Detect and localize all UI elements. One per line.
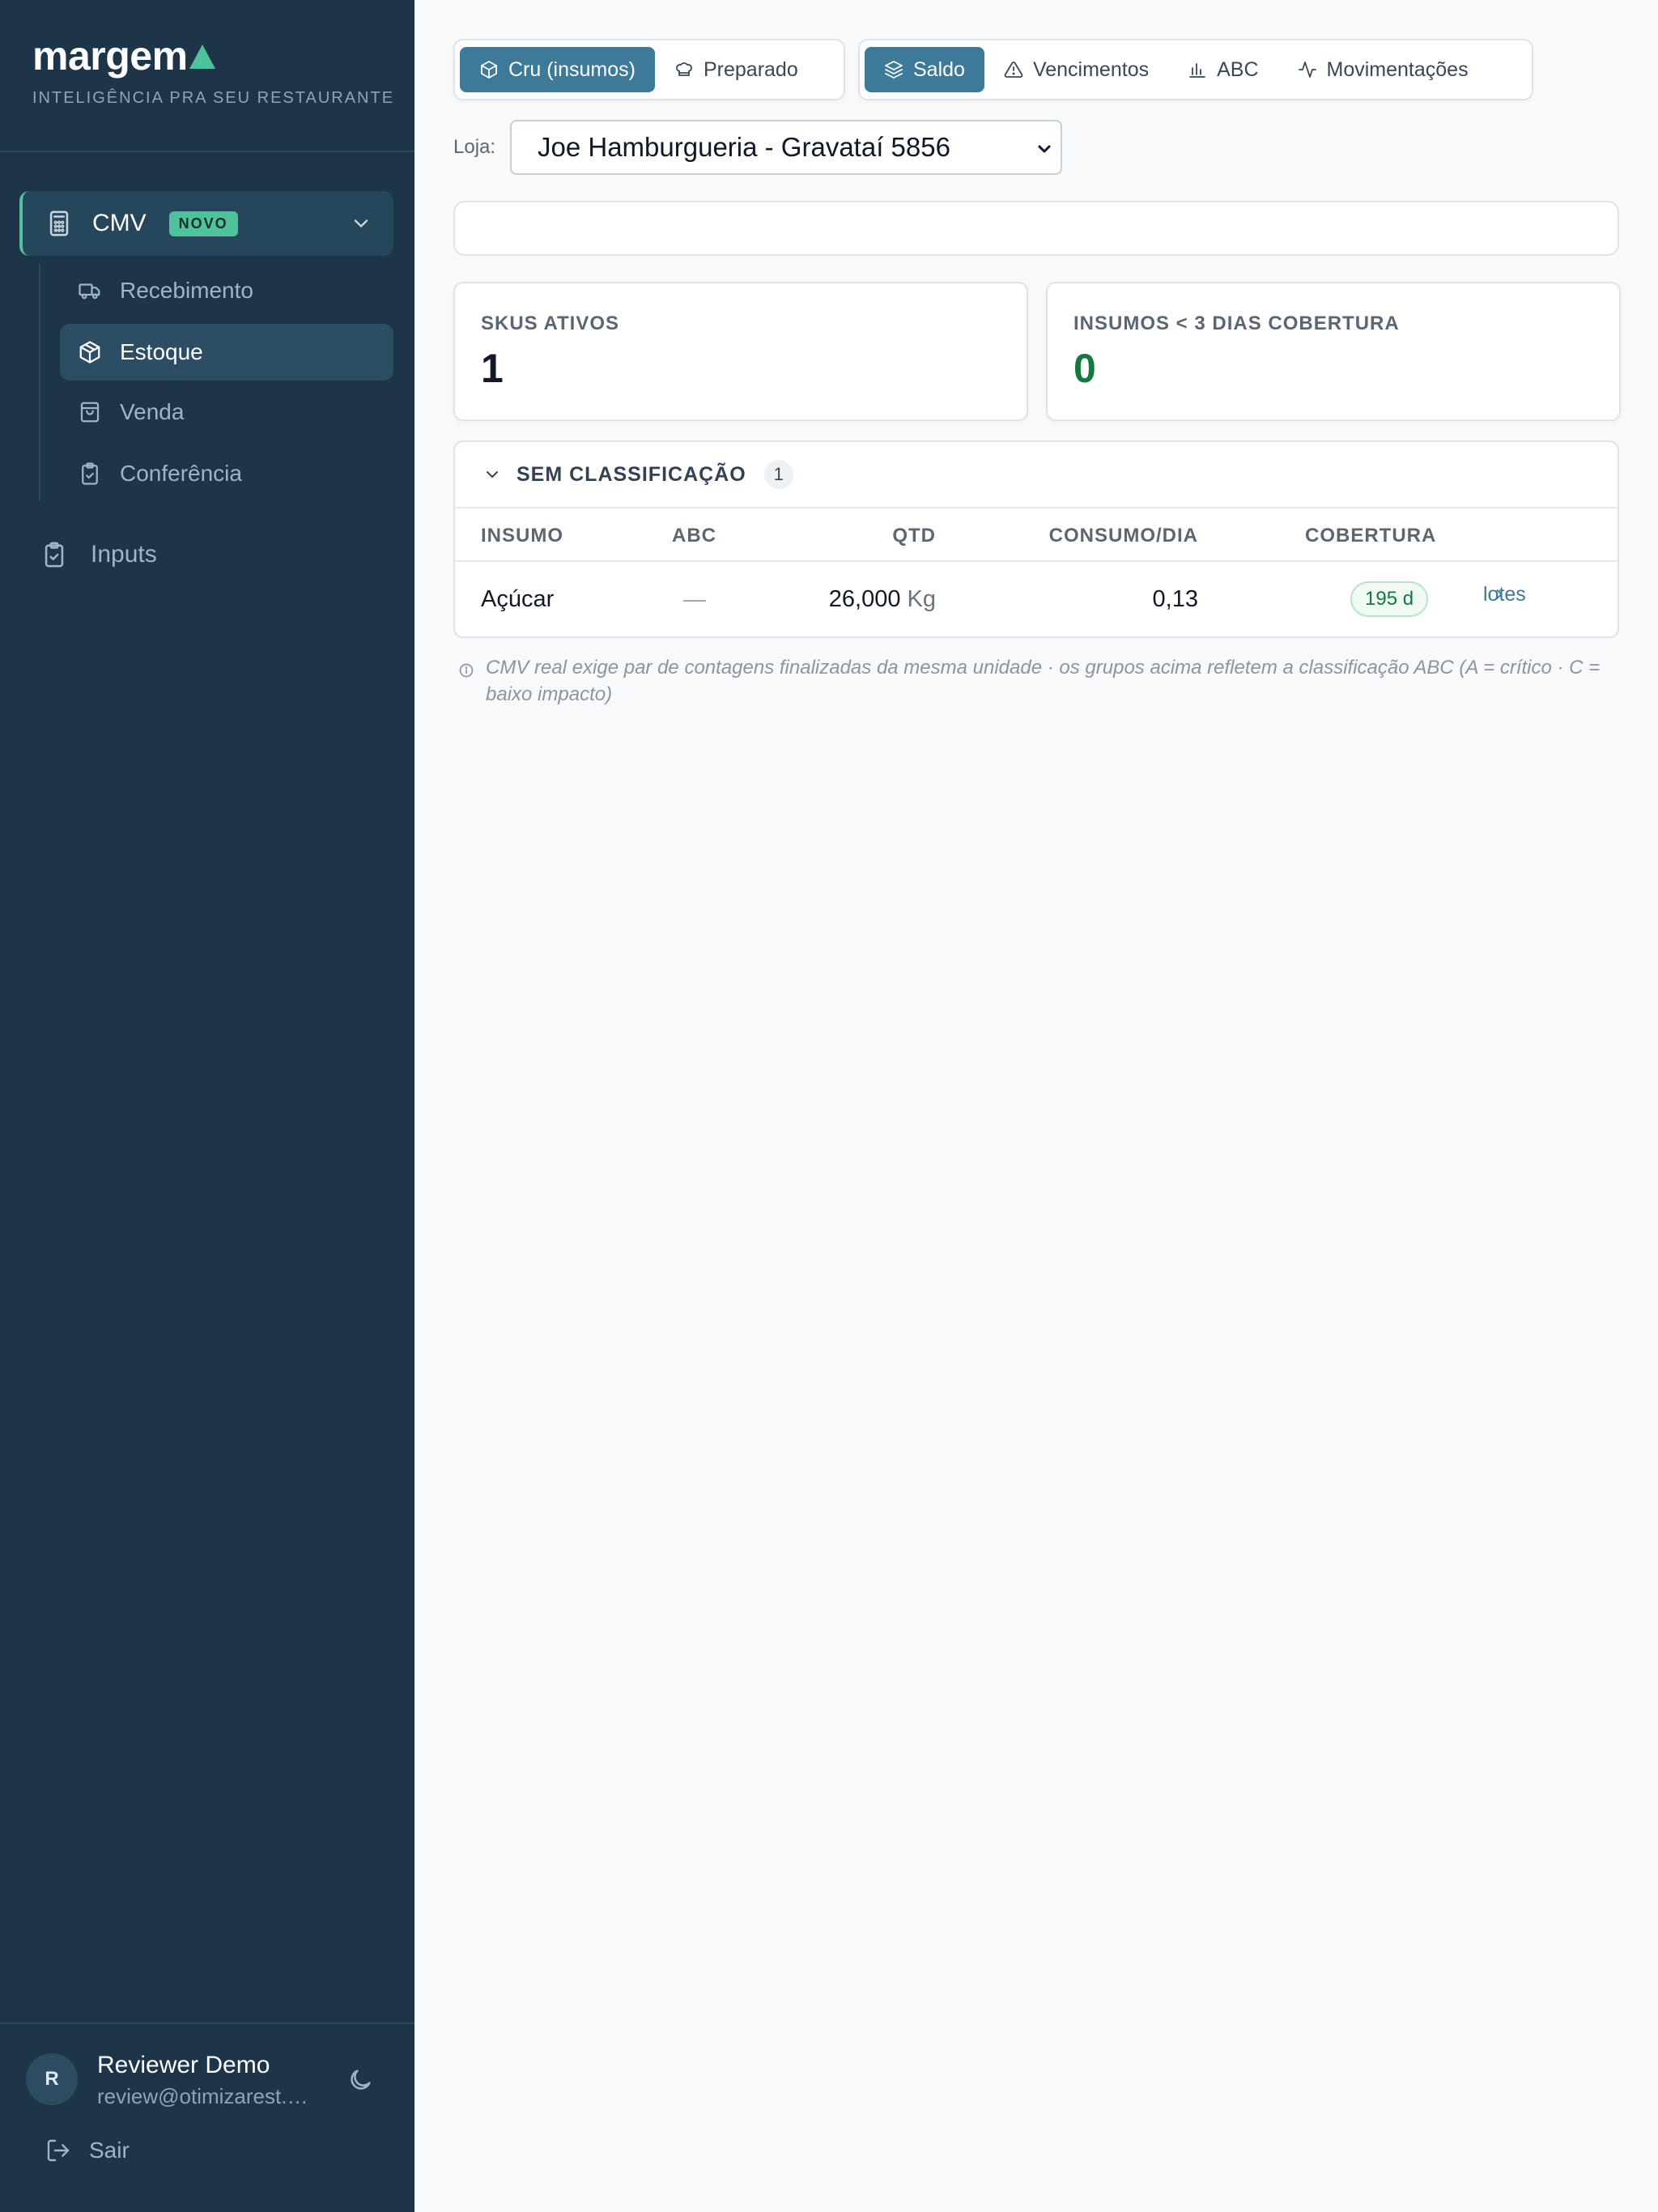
logout-label: Sair bbox=[89, 2138, 130, 2163]
cell-insumo: Açúcar bbox=[481, 586, 555, 612]
warning-icon bbox=[1004, 62, 1023, 78]
loja-label: Loja: bbox=[453, 136, 496, 158]
loja-select[interactable]: Joe Hamburgueria - Gravataí 5856 bbox=[510, 120, 1062, 175]
sidebar-item-label: Venda bbox=[120, 399, 185, 424]
tab-cru-insumos[interactable]: Cru (insumos) bbox=[460, 47, 655, 92]
chevron-down-icon bbox=[1038, 145, 1051, 153]
search-input[interactable] bbox=[453, 201, 1619, 256]
sidebar-item-inputs[interactable]: Inputs bbox=[40, 526, 157, 583]
column-header-qtd[interactable]: QTD bbox=[892, 525, 936, 547]
chef-hat-icon bbox=[676, 62, 692, 76]
subnav-guide-line bbox=[39, 264, 40, 500]
logout-button[interactable]: Sair bbox=[45, 2138, 130, 2163]
tab-movimentacoes[interactable]: Movimentações bbox=[1278, 47, 1488, 92]
footnote-text: CMV real exige par de contagens finaliza… bbox=[486, 657, 1601, 705]
clipboard-check-icon bbox=[45, 542, 64, 568]
tab-label: Vencimentos bbox=[1032, 57, 1150, 81]
cell-consumo: 0,13 bbox=[1152, 586, 1198, 612]
coverage-badge: 195 d bbox=[1350, 581, 1429, 617]
sidebar: margem INTELIGÊNCIA PRA SEU RESTAURANTE … bbox=[0, 0, 414, 2212]
brand-name: margem bbox=[32, 33, 188, 79]
truck-icon bbox=[79, 283, 100, 300]
table-header: INSUMO ABC QTD CONSUMO/DIA COBERTURA bbox=[455, 508, 1618, 562]
user-divider bbox=[0, 2023, 414, 2024]
kpi-title: SKUS ATIVOS bbox=[481, 313, 620, 334]
group-title: SEM CLASSIFICAÇÃO bbox=[517, 462, 746, 486]
user-email: review@otimizarest.com bbox=[97, 2084, 316, 2108]
mode-tabs: Cru (insumos) Preparado bbox=[453, 39, 845, 100]
sidebar-item-label: CMV bbox=[92, 210, 147, 236]
info-icon bbox=[459, 663, 474, 678]
sidebar-item-conferencia[interactable]: Conferência bbox=[60, 445, 393, 502]
clipboard-check-icon bbox=[82, 462, 98, 485]
column-header-cobertura[interactable]: COBERTURA bbox=[1305, 525, 1436, 547]
brand-triangle-icon bbox=[189, 45, 215, 69]
view-tabs: Saldo Vencimentos ABC Movimentações bbox=[858, 39, 1533, 100]
table-row[interactable]: Açúcar — 26,000 Kg 0,13 195 d lotes bbox=[455, 562, 1618, 636]
group-header[interactable]: SEM CLASSIFICAÇÃO 1 bbox=[455, 442, 1618, 508]
kpi-value: 0 bbox=[1073, 346, 1096, 391]
qtd-unit: Kg bbox=[907, 586, 936, 612]
kpi-card-skus-ativos: SKUS ATIVOS 1 bbox=[453, 282, 1028, 421]
sidebar-item-estoque[interactable]: Estoque bbox=[60, 324, 393, 381]
loja-selected-value: Joe Hamburgueria - Gravataí 5856 bbox=[538, 132, 950, 162]
tab-label: Preparado bbox=[703, 57, 798, 81]
sidebar-item-label: Recebimento bbox=[120, 278, 253, 303]
qtd-value: 26,000 bbox=[828, 586, 901, 612]
brand-tagline: INTELIGÊNCIA PRA SEU RESTAURANTE bbox=[32, 89, 395, 107]
lotes-link[interactable]: lotes bbox=[1483, 583, 1526, 606]
box-icon bbox=[79, 341, 100, 364]
tab-label: Saldo bbox=[913, 57, 965, 81]
footnote: CMV real exige par de contagens finaliza… bbox=[458, 654, 1618, 708]
sidebar-item-label: Inputs bbox=[91, 541, 157, 568]
column-header-consumo[interactable]: CONSUMO/DIA bbox=[1049, 525, 1198, 547]
chevron-down-icon[interactable] bbox=[350, 212, 372, 235]
calculator-icon bbox=[49, 211, 69, 236]
chevron-down-icon bbox=[487, 471, 498, 478]
activity-icon bbox=[1298, 62, 1316, 78]
kpi-value: 1 bbox=[481, 346, 504, 391]
brand-logo: margem INTELIGÊNCIA PRA SEU RESTAURANTE bbox=[32, 32, 394, 108]
sidebar-divider bbox=[0, 151, 414, 152]
sidebar-item-recebimento[interactable]: Recebimento bbox=[60, 262, 393, 319]
tab-preparado[interactable]: Preparado bbox=[655, 47, 818, 92]
avatar[interactable]: R bbox=[26, 2053, 78, 2105]
tab-abc[interactable]: ABC bbox=[1168, 47, 1278, 92]
sidebar-item-venda[interactable]: Venda bbox=[60, 384, 393, 440]
bar-chart-icon bbox=[1189, 63, 1205, 78]
sidebar-item-cmv[interactable]: CMV NOVO bbox=[19, 191, 393, 256]
tab-label: Cru (insumos) bbox=[508, 57, 636, 81]
sidebar-item-label: Conferência bbox=[120, 461, 242, 486]
sidebar-item-label: Estoque bbox=[120, 339, 203, 364]
layers-icon bbox=[885, 61, 903, 79]
lotes-label: lotes bbox=[1483, 582, 1526, 606]
kpi-card-baixa-cobertura: INSUMOS < 3 DIAS COBERTURA 0 bbox=[1046, 282, 1621, 421]
kpi-title: INSUMOS < 3 DIAS COBERTURA bbox=[1073, 313, 1400, 334]
user-name: Reviewer Demo bbox=[97, 2052, 270, 2078]
group-count-badge: 1 bbox=[763, 460, 793, 489]
cell-qtd: 26,000 Kg bbox=[829, 586, 936, 613]
new-badge: NOVO bbox=[168, 211, 238, 236]
box-icon bbox=[481, 61, 497, 79]
cell-abc: — bbox=[683, 586, 706, 611]
tab-label: ABC bbox=[1217, 57, 1259, 81]
column-header-abc[interactable]: ABC bbox=[672, 525, 716, 547]
moon-icon[interactable] bbox=[346, 2066, 374, 2094]
tab-saldo[interactable]: Saldo bbox=[865, 47, 984, 92]
group-card: SEM CLASSIFICAÇÃO 1 INSUMO ABC QTD CONSU… bbox=[453, 440, 1619, 638]
tab-vencimentos[interactable]: Vencimentos bbox=[984, 47, 1168, 92]
tab-label: Movimentações bbox=[1326, 57, 1469, 81]
column-header-insumo[interactable]: INSUMO bbox=[481, 525, 563, 547]
logout-icon bbox=[47, 2139, 70, 2162]
shopping-bag-icon bbox=[80, 402, 100, 423]
